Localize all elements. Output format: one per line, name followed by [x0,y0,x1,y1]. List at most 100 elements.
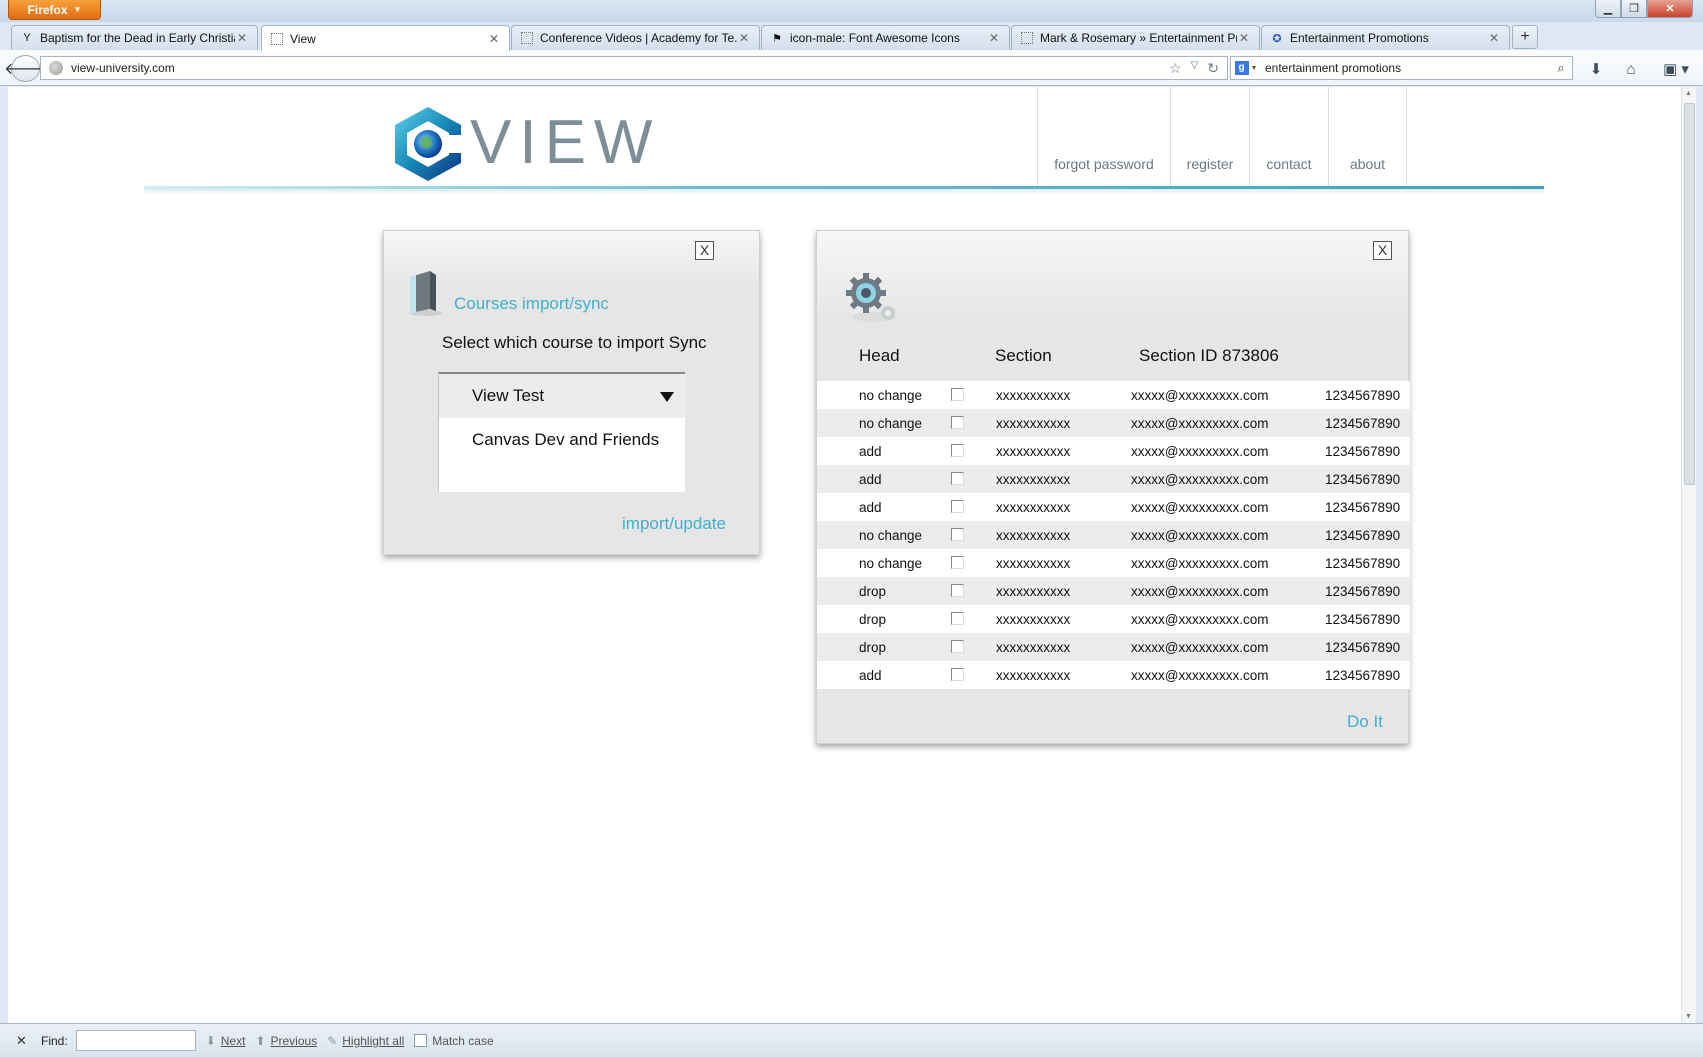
search-icon[interactable]: ⌕ [1550,60,1572,76]
navigation-toolbar: 🡐 view-university.com ☆ ▽ ↻ g ▼ entertai… [0,50,1703,86]
firefox-menu-button[interactable]: Firefox ▼ [8,0,101,20]
minimize-button[interactable]: ▁ [1595,0,1621,18]
tab-mark-rosemary[interactable]: Mark & Rosemary » Entertainment Pr... ✕ [1011,25,1260,50]
match-case-label: Match case [432,1033,494,1048]
course-selected-option[interactable]: View Test [439,374,686,418]
nav-label: contact [1266,156,1312,172]
row-checkbox[interactable] [951,640,964,653]
table-row: no change xxxxxxxxxxx xxxxx@xxxxxxxxx.com 1… [817,409,1410,437]
search-bar[interactable]: g ▼ entertainment promotions ⌕ [1230,56,1573,80]
close-panel-button[interactable]: X [695,241,714,260]
tab-entertainment-promotions[interactable]: ✪ Entertainment Promotions ✕ [1261,25,1510,50]
do-it-link[interactable]: Do It [1347,712,1383,732]
row-phone: 1234567890 [1325,415,1401,431]
course-select-prompt: Select which course to import Sync [442,333,707,352]
column-header-section-id: Section ID 873806 [1139,346,1279,365]
tab-close-icon[interactable]: ✕ [737,31,751,45]
search-input[interactable]: entertainment promotions [1261,61,1550,75]
row-email: xxxxx@xxxxxxxxx.com [1131,527,1269,543]
nav-about[interactable]: about [1328,87,1407,186]
home-button[interactable]: ⌂ [1620,59,1642,79]
highlighter-icon: ✎ [327,1033,338,1048]
dropdown-arrow-icon[interactable] [660,392,674,402]
tab-close-icon[interactable]: ✕ [235,31,249,45]
row-phone: 1234567890 [1325,555,1401,571]
row-phone: 1234567890 [1325,499,1401,515]
tab-font-awesome[interactable]: ⚑ icon-male: Font Awesome Icons ✕ [761,25,1010,50]
page-scrollbar[interactable]: ▲ ▼ [1681,87,1696,1023]
row-checkbox[interactable] [951,584,964,597]
gear-icon [846,273,896,322]
column-header-head: Head [859,346,900,365]
row-checkbox[interactable] [951,388,964,401]
row-status: add [859,667,882,683]
tab-baptism[interactable]: Y Baptism for the Dead in Early Christia… [11,25,258,50]
match-case-toggle[interactable]: Match case [414,1033,494,1048]
close-panel-button[interactable]: X [1373,241,1392,260]
row-checkbox[interactable] [951,612,964,625]
row-status: no change [859,555,923,571]
row-checkbox[interactable] [951,444,964,457]
scroll-up-icon[interactable]: ▲ [1685,90,1692,97]
row-checkbox[interactable] [951,500,964,513]
url-bar[interactable]: view-university.com ☆ ▽ ↻ [40,56,1228,80]
tab-close-icon[interactable]: ✕ [487,32,501,46]
row-checkbox[interactable] [951,528,964,541]
find-previous-label: Previous [270,1033,318,1048]
row-checkbox[interactable] [951,668,964,681]
row-checkbox[interactable] [951,472,964,485]
course-select-list[interactable]: View Test Canvas Dev and Friends [438,372,686,492]
row-status: add [859,443,882,459]
tab-conference-videos[interactable]: Conference Videos | Academy for Te... ✕ [511,25,760,50]
tab-view[interactable]: View ✕ [261,25,510,51]
site-logo-text[interactable]: VIEW [470,107,660,178]
window-titlebar: Firefox ▼ ▁ ❐ ✕ [0,0,1703,22]
bookmarks-menu-button[interactable]: ▣ ▾ [1660,59,1692,79]
find-previous-button[interactable]: ⬆ Previous [255,1034,317,1048]
close-find-bar-icon[interactable]: ✕ [16,1033,28,1049]
scroll-down-icon[interactable]: ▼ [1685,1013,1692,1020]
blank-page-icon [520,31,534,45]
plus-icon: + [1520,28,1530,45]
tab-label: Mark & Rosemary » Entertainment Pr... [1040,31,1237,45]
nav-contact[interactable]: contact [1249,87,1328,186]
row-phone: 1234567890 [1325,583,1401,599]
reload-icon[interactable]: ↻ [1207,60,1219,77]
back-button[interactable]: 🡐 [4,55,47,82]
maximize-button[interactable]: ❐ [1621,0,1647,18]
firefox-button-label: Firefox [27,2,68,17]
highlight-all-button[interactable]: ✎ Highlight all [327,1034,404,1048]
downloads-button[interactable]: ⬇ [1585,59,1607,79]
match-case-checkbox[interactable] [414,1034,428,1047]
row-checkbox[interactable] [951,416,964,429]
find-next-button[interactable]: ⬇ Next [206,1034,246,1048]
close-window-button[interactable]: ✕ [1647,0,1693,18]
tab-close-icon[interactable]: ✕ [1487,31,1501,45]
find-input[interactable] [75,1030,196,1051]
close-icon: ✕ [1665,3,1675,15]
google-icon: g [1234,61,1249,75]
course-option[interactable]: Canvas Dev and Friends [472,430,659,450]
row-email: xxxxx@xxxxxxxxx.com [1131,387,1269,403]
tab-close-icon[interactable]: ✕ [987,31,1001,45]
search-engine-selector[interactable]: g ▼ [1231,57,1261,79]
row-status: no change [859,387,923,403]
row-email: xxxxx@xxxxxxxxx.com [1131,555,1269,571]
scrollbar-thumb[interactable] [1684,103,1695,485]
nav-register[interactable]: register [1170,87,1249,186]
new-tab-button[interactable]: + [1512,25,1538,49]
close-icon: X [1377,242,1388,258]
row-checkbox[interactable] [951,556,964,569]
import-update-link[interactable]: import/update [622,514,726,534]
view-logo-icon[interactable] [391,105,465,183]
row-status: drop [859,583,887,599]
site-identity-icon[interactable] [49,61,63,75]
home-icon: ⌂ [1626,60,1636,78]
history-dropdown-icon[interactable]: ▽ [1191,60,1199,77]
nav-forgot-password[interactable]: forgot password [1037,87,1170,186]
bookmark-star-icon[interactable]: ☆ [1169,60,1182,77]
tab-close-icon[interactable]: ✕ [1237,31,1251,45]
minimize-icon: ▁ [1603,3,1613,15]
section-sync-panel: X Head Section Section ID 873806 no chan… [816,230,1410,744]
row-section: xxxxxxxxxxx [996,667,1071,683]
